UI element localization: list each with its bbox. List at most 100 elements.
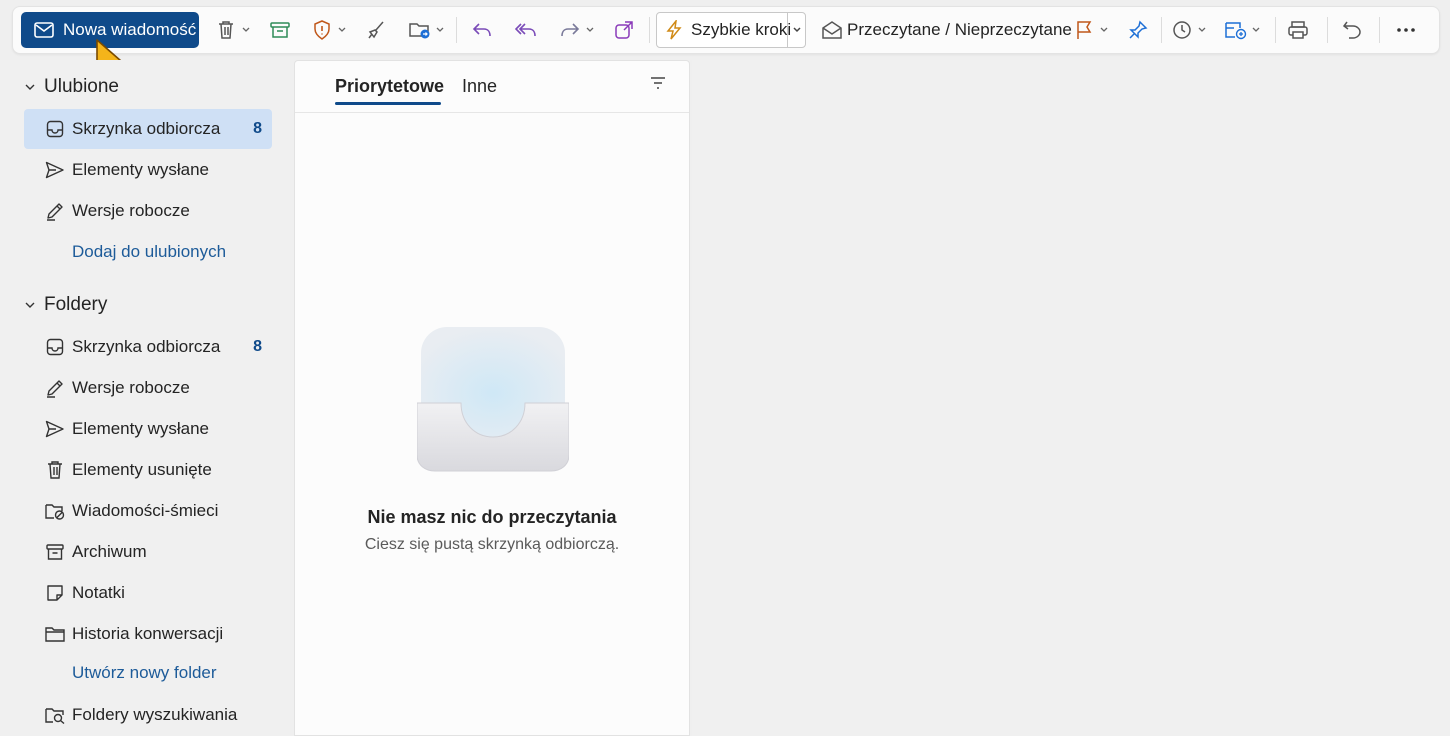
sweep-icon — [365, 19, 387, 41]
tab-other[interactable]: Inne — [462, 76, 497, 97]
more-icon — [1395, 19, 1417, 41]
folder-item-search-folders[interactable]: Foldery wyszukiwania — [24, 695, 272, 735]
envelope-open-icon — [821, 19, 843, 41]
pin-icon — [1127, 19, 1149, 41]
chevron-down-icon — [436, 27, 444, 32]
folder-item-deleted[interactable]: Elementy usunięte — [24, 450, 272, 490]
favorites-header[interactable]: Ulubione — [24, 73, 119, 101]
toolbar-divider — [1379, 17, 1380, 43]
send-icon — [44, 159, 66, 181]
folder-label: Elementy usunięte — [72, 460, 212, 479]
forward-button[interactable] — [559, 7, 595, 53]
folder-label: Foldery wyszukiwania — [72, 705, 238, 724]
move-to-icon — [409, 19, 431, 41]
new-message-label: Nowa wiadomość — [63, 20, 197, 39]
chevron-down-icon — [25, 302, 35, 308]
chevron-down-icon — [586, 27, 594, 32]
folder-label: Elementy wysłane — [72, 419, 210, 438]
folder-item-junk[interactable]: Wiadomości-śmieci — [24, 491, 272, 531]
empty-state-subtitle: Ciesz się pustą skrzynką odbiorczą. — [364, 536, 620, 553]
folder-label: Historia konwersacji — [72, 624, 224, 643]
flag-icon — [1073, 19, 1095, 41]
create-new-folder-link[interactable]: Utwórz nowy folder — [72, 663, 217, 683]
trash-icon — [44, 459, 66, 481]
chevron-down-icon — [25, 84, 35, 90]
note-icon — [44, 582, 66, 604]
folder-item-sent[interactable]: Elementy wysłane — [24, 409, 272, 449]
flag-button[interactable] — [1073, 7, 1109, 53]
folder-label: Elementy wysłane — [72, 160, 210, 179]
undo-button[interactable] — [1341, 7, 1363, 53]
favorites-item-drafts[interactable]: Wersje robocze — [24, 191, 272, 231]
snooze-button[interactable] — [1171, 7, 1207, 53]
chevron-down-icon — [338, 27, 346, 32]
share-icon — [613, 19, 635, 41]
folder-item-conversation-history[interactable]: Historia konwersacji — [24, 614, 272, 654]
favorites-item-sent[interactable]: Elementy wysłane — [24, 150, 272, 190]
folder-item-notes[interactable]: Notatki — [24, 573, 272, 613]
forward-icon — [559, 19, 581, 41]
folder-label: Wersje robocze — [72, 378, 190, 397]
folder-label: Archiwum — [72, 542, 147, 561]
report-button[interactable] — [311, 7, 347, 53]
snooze-icon — [1171, 19, 1193, 41]
folders-title: Foldery — [44, 294, 108, 315]
mail-icon — [33, 19, 55, 41]
read-unread-label: Przeczytane / Nieprzeczytane — [847, 20, 1072, 39]
favorites-item-inbox[interactable]: Skrzynka odbiorcza 8 — [24, 109, 272, 149]
chevron-down-icon — [1100, 27, 1108, 32]
quick-steps-label: Szybkie kroki — [691, 20, 792, 39]
folder-label: Skrzynka odbiorcza — [72, 119, 221, 138]
inbox-icon — [44, 118, 66, 140]
sweep-button[interactable] — [365, 7, 387, 53]
undo-icon — [1341, 19, 1363, 41]
folder-label: Notatki — [72, 583, 125, 602]
print-button[interactable] — [1287, 7, 1309, 53]
search-folder-icon — [44, 704, 66, 726]
reply-icon — [471, 19, 493, 41]
empty-inbox-illustration — [417, 327, 569, 472]
folders-header[interactable]: Foldery — [24, 291, 107, 319]
add-to-favorites-link[interactable]: Dodaj do ulubionych — [72, 242, 226, 262]
toolbar-divider — [1327, 17, 1328, 43]
read-unread-button[interactable]: Przeczytane / Nieprzeczytane — [821, 7, 1072, 53]
send-icon — [44, 418, 66, 440]
delete-icon — [215, 19, 237, 41]
delete-button[interactable] — [215, 7, 251, 53]
chevron-down-icon — [242, 27, 250, 32]
drafts-icon — [44, 377, 66, 399]
toolbar-divider — [649, 17, 650, 43]
move-to-button[interactable] — [409, 7, 445, 53]
folder-item-inbox[interactable]: Skrzynka odbiorcza 8 — [24, 327, 272, 367]
pin-button[interactable] — [1127, 7, 1149, 53]
split-divider — [787, 13, 788, 47]
toolbar-divider — [1275, 17, 1276, 43]
filter-icon[interactable] — [649, 76, 667, 90]
unread-count-badge: 8 — [253, 120, 262, 137]
archive-button[interactable] — [269, 7, 291, 53]
folder-pane: Ulubione Skrzynka odbiorcza 8 Elementy w… — [0, 60, 290, 736]
message-list-pane: Priorytetowe Inne Nie masz nic do przecz… — [294, 60, 690, 736]
toolbar-divider — [1161, 17, 1162, 43]
categorize-icon — [1225, 19, 1247, 41]
categorize-button[interactable] — [1225, 7, 1261, 53]
quick-steps-button[interactable]: Szybkie kroki — [656, 12, 806, 48]
inbox-icon — [44, 336, 66, 358]
reply-all-button[interactable] — [515, 7, 537, 53]
archive-icon — [269, 19, 291, 41]
reply-button[interactable] — [471, 7, 493, 53]
folder-label: Wersje robocze — [72, 201, 190, 220]
empty-state-title: Nie masz nic do przeczytania — [367, 507, 617, 527]
junk-icon — [44, 500, 66, 522]
lightning-icon — [663, 19, 685, 41]
chevron-down-icon[interactable] — [792, 25, 802, 35]
archive-icon — [44, 541, 66, 563]
folder-item-drafts[interactable]: Wersje robocze — [24, 368, 272, 408]
unread-count-badge: 8 — [253, 338, 262, 355]
favorites-title: Ulubione — [44, 76, 119, 97]
tab-focused[interactable]: Priorytetowe — [335, 76, 444, 97]
command-toolbar: Nowa wiadomość Szybkie kroki Przeczytane… — [12, 6, 1440, 54]
folder-item-archive[interactable]: Archiwum — [24, 532, 272, 572]
more-options-button[interactable] — [1395, 7, 1417, 53]
share-button[interactable] — [613, 7, 635, 53]
